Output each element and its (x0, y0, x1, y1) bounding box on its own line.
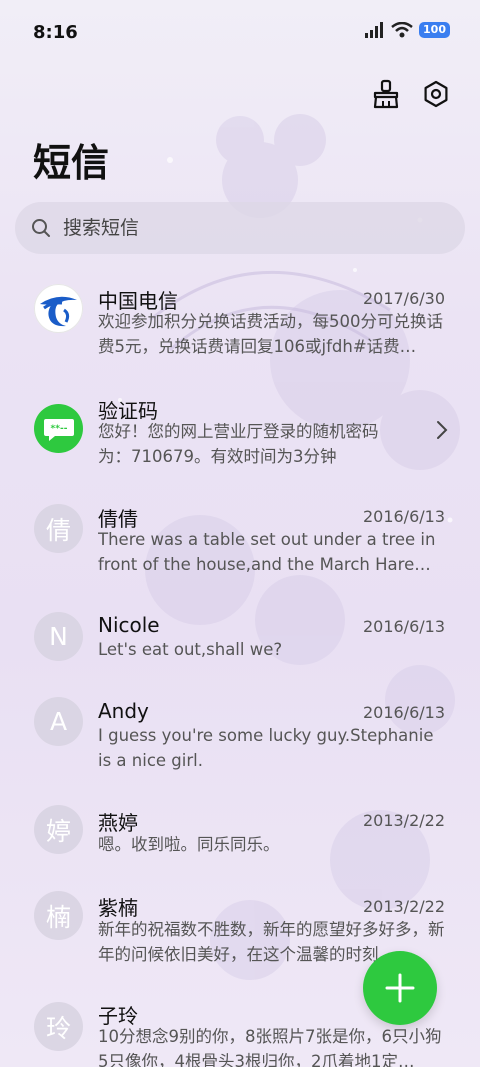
search-icon (32, 219, 50, 237)
signal-icon (365, 22, 384, 38)
message-bubble-icon: **-- (43, 418, 74, 441)
message-preview: 欢迎参加积分兑换话费活动，每500分可兑换话费5元，兑换话费请回复106或jfd… (98, 312, 443, 356)
svg-text:**--: **-- (50, 424, 67, 434)
list-item[interactable]: **-- 验证码 您好！您的网上营业厅登录的随机密码为：710679。有效时间为… (0, 378, 480, 488)
status-bar: 8:16 100 (0, 0, 480, 68)
message-date: 2017/6/30 (362, 289, 445, 308)
plus-icon (385, 973, 415, 1003)
verification-avatar: **-- (34, 404, 83, 453)
list-item[interactable]: N Nicole 2016/6/13 Let's eat out,shall w… (0, 598, 480, 683)
message-date: 2013/2/22 (362, 897, 445, 916)
message-preview: I guess you're some lucky guy.Stephanie … (98, 726, 434, 770)
new-message-button[interactable] (363, 951, 437, 1025)
search-input[interactable] (63, 217, 423, 239)
list-item[interactable]: 倩 倩倩 2016/6/13 There was a table set out… (0, 488, 480, 598)
page-title: 短信 (33, 141, 110, 185)
avatar: 玲 (34, 1002, 83, 1051)
avatar: 倩 (34, 504, 83, 553)
avatar: N (34, 612, 83, 661)
top-actions (370, 78, 452, 110)
broom-icon (373, 79, 399, 109)
status-icons: 100 (365, 22, 450, 38)
clean-button[interactable] (370, 78, 402, 110)
message-date: 2016/6/13 (362, 507, 445, 526)
wifi-icon (391, 22, 413, 38)
avatar: 婷 (34, 805, 83, 854)
status-time: 8:16 (33, 22, 78, 43)
contact-name: Andy (98, 699, 149, 723)
avatar: A (34, 697, 83, 746)
battery-indicator: 100 (419, 22, 450, 38)
list-item[interactable]: 婷 燕婷 2013/2/22 嗯。收到啦。同乐同乐。 (0, 793, 480, 888)
message-preview: 嗯。收到啦。同乐同乐。 (98, 835, 280, 854)
message-preview: There was a table set out under a tree i… (98, 530, 436, 574)
china-telecom-logo-icon (34, 284, 83, 333)
message-date: 2016/6/13 (362, 703, 445, 722)
settings-icon (424, 80, 448, 108)
search-bar[interactable] (15, 202, 465, 254)
message-date: 2016/6/13 (362, 617, 445, 636)
china-telecom-avatar (34, 284, 83, 333)
settings-button[interactable] (420, 78, 452, 110)
message-preview: Let's eat out,shall we? (98, 640, 283, 659)
list-item[interactable]: A Andy 2016/6/13 I guess you're some luc… (0, 683, 480, 793)
chevron-right-icon[interactable] (436, 420, 448, 440)
message-preview: 10分想念9别的你，8张照片7张是你，6只小狗5只像你，4根骨头3根归你，2爪着… (98, 1027, 442, 1067)
message-date: 2013/2/22 (362, 811, 445, 830)
message-preview: 您好！您的网上营业厅登录的随机密码为：710679。有效时间为3分钟 (98, 422, 379, 466)
avatar: 楠 (34, 891, 83, 940)
contact-name: 燕婷 (98, 811, 138, 835)
contact-name: Nicole (98, 613, 160, 637)
list-item[interactable]: 中国电信 2017/6/30 欢迎参加积分兑换话费活动，每500分可兑换话费5元… (0, 268, 480, 378)
contact-name: 紫楠 (98, 896, 138, 920)
